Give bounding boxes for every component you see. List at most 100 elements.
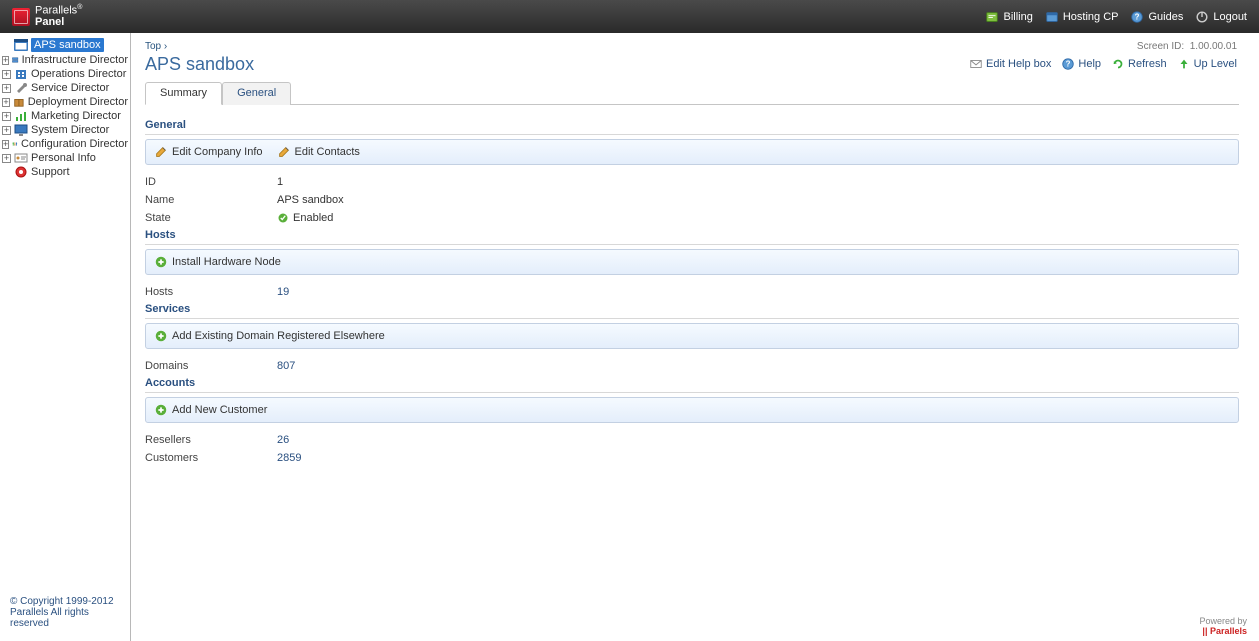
sidebar-item-label: Infrastructure Director	[22, 54, 128, 66]
guides-link[interactable]: ? Guides	[1130, 10, 1183, 24]
resellers-value-link[interactable]: 26	[277, 434, 289, 446]
window-icon	[14, 39, 28, 51]
hosts-toolbar: Install Hardware Node	[145, 249, 1239, 275]
breadcrumb: Top ›	[145, 41, 1239, 52]
sidebar-item-operations-director[interactable]: + Operations Director	[2, 67, 128, 81]
hosts-label: Hosts	[145, 286, 277, 298]
billing-icon	[985, 10, 999, 24]
sidebar-footer: © Copyright 1999-2012 Parallels All righ…	[0, 590, 130, 641]
expand-icon[interactable]: +	[2, 112, 11, 121]
section-general-title: General	[145, 117, 1239, 135]
server-icon	[12, 54, 18, 66]
chart-icon	[14, 110, 28, 122]
section-services-title: Services	[145, 301, 1239, 319]
brand-line2: Panel	[35, 16, 64, 28]
sidebar-item-label: Service Director	[31, 82, 109, 94]
pencil-icon	[154, 145, 168, 159]
sidebar-item-personal-info[interactable]: + Personal Info	[2, 151, 128, 165]
general-name-row: Name APS sandbox	[145, 191, 1239, 209]
sliders-icon	[12, 138, 18, 150]
sidebar-item-marketing-director[interactable]: + Marketing Director	[2, 109, 128, 123]
add-existing-domain-button[interactable]: Add Existing Domain Registered Elsewhere	[154, 329, 385, 343]
section-accounts-title: Accounts	[145, 375, 1239, 393]
edit-contacts-button[interactable]: Edit Contacts	[277, 145, 360, 159]
sidebar-item-label: Operations Director	[31, 68, 126, 80]
sidebar-item-configuration-director[interactable]: + Configuration Director	[2, 137, 128, 151]
add-new-customer-button[interactable]: Add New Customer	[154, 403, 267, 417]
up-arrow-icon	[1177, 57, 1191, 71]
svg-text:?: ?	[1135, 12, 1140, 21]
customers-count-row: Customers 2859	[145, 449, 1239, 467]
sidebar-item-system-director[interactable]: + System Director	[2, 123, 128, 137]
hosting-cp-icon	[1045, 10, 1059, 24]
customers-value-link[interactable]: 2859	[277, 452, 301, 464]
expand-icon[interactable]: +	[2, 56, 9, 65]
sidebar-item-label: APS sandbox	[31, 38, 104, 52]
topbar: Parallels® Panel Billing Hosting CP ? Gu…	[0, 0, 1259, 33]
plus-icon	[154, 329, 168, 343]
screen-id: Screen ID: 1.00.00.01	[1137, 41, 1237, 52]
parallels-logo-icon	[12, 8, 30, 26]
sidebar-item-label: Configuration Director	[21, 138, 128, 150]
expand-icon[interactable]: +	[2, 140, 9, 149]
box-icon	[13, 96, 25, 108]
card-icon	[14, 152, 28, 164]
up-level-link[interactable]: Up Level	[1177, 57, 1237, 71]
state-label: State	[145, 212, 277, 224]
mail-icon	[969, 57, 983, 71]
nav-tree: APS sandbox + Infrastructure Director + …	[0, 33, 130, 590]
hosting-cp-link[interactable]: Hosting CP	[1045, 10, 1119, 24]
tab-general[interactable]: General	[222, 82, 291, 105]
expand-icon[interactable]: +	[2, 126, 11, 135]
accounts-toolbar: Add New Customer	[145, 397, 1239, 423]
edit-help-box-link[interactable]: Edit Help box	[969, 57, 1051, 71]
hosts-count-row: Hosts 19	[145, 283, 1239, 301]
sidebar-item-label: System Director	[31, 124, 109, 136]
tabs: Summary General	[145, 81, 1239, 105]
sidebar-item-label: Deployment Director	[28, 96, 128, 108]
name-value: APS sandbox	[277, 194, 344, 206]
sidebar-item-service-director[interactable]: + Service Director	[2, 81, 128, 95]
general-toolbar: Edit Company Info Edit Contacts	[145, 139, 1239, 165]
sidebar-item-aps-sandbox[interactable]: APS sandbox	[2, 37, 128, 53]
hosts-value-link[interactable]: 19	[277, 286, 289, 298]
powered-by: Powered by || Parallels	[1199, 617, 1247, 637]
install-hardware-node-button[interactable]: Install Hardware Node	[154, 255, 281, 269]
wrench-icon	[14, 82, 28, 94]
expand-icon[interactable]: +	[2, 154, 11, 163]
tab-summary[interactable]: Summary	[145, 82, 222, 105]
services-toolbar: Add Existing Domain Registered Elsewhere	[145, 323, 1239, 349]
sidebar-item-label: Support	[31, 166, 70, 178]
help-link[interactable]: ? Help	[1061, 57, 1101, 71]
general-id-row: ID 1	[145, 173, 1239, 191]
billing-link[interactable]: Billing	[985, 10, 1032, 24]
section-hosts-title: Hosts	[145, 227, 1239, 245]
expand-icon[interactable]: +	[2, 98, 10, 107]
sidebar-item-support[interactable]: Support	[2, 165, 128, 179]
expand-icon[interactable]: +	[2, 84, 11, 93]
expand-icon[interactable]: +	[2, 70, 11, 79]
resellers-count-row: Resellers 26	[145, 431, 1239, 449]
help-circle-icon: ?	[1130, 10, 1144, 24]
refresh-link[interactable]: Refresh	[1111, 57, 1167, 71]
domains-label: Domains	[145, 360, 277, 372]
plus-icon	[154, 403, 168, 417]
edit-company-info-button[interactable]: Edit Company Info	[154, 145, 263, 159]
id-label: ID	[145, 176, 277, 188]
domains-value-link[interactable]: 807	[277, 360, 295, 372]
logout-link[interactable]: Logout	[1195, 10, 1247, 24]
domains-count-row: Domains 807	[145, 357, 1239, 375]
rights-link[interactable]: Parallels All rights reserved	[10, 607, 89, 629]
brand-logo[interactable]: Parallels® Panel	[12, 4, 82, 29]
sidebar-item-infrastructure-director[interactable]: + Infrastructure Director	[2, 53, 128, 67]
state-value: Enabled	[277, 212, 333, 224]
help-circle-icon: ?	[1061, 57, 1075, 71]
brand-line1: Parallels	[35, 5, 77, 17]
breadcrumb-top[interactable]: Top	[145, 41, 161, 52]
refresh-icon	[1111, 57, 1125, 71]
copyright-link[interactable]: © Copyright 1999-2012	[10, 596, 114, 607]
page-actions: Edit Help box ? Help Refresh Up Level	[969, 57, 1237, 71]
sidebar-item-deployment-director[interactable]: + Deployment Director	[2, 95, 128, 109]
general-state-row: State Enabled	[145, 209, 1239, 227]
building-icon	[14, 68, 28, 80]
